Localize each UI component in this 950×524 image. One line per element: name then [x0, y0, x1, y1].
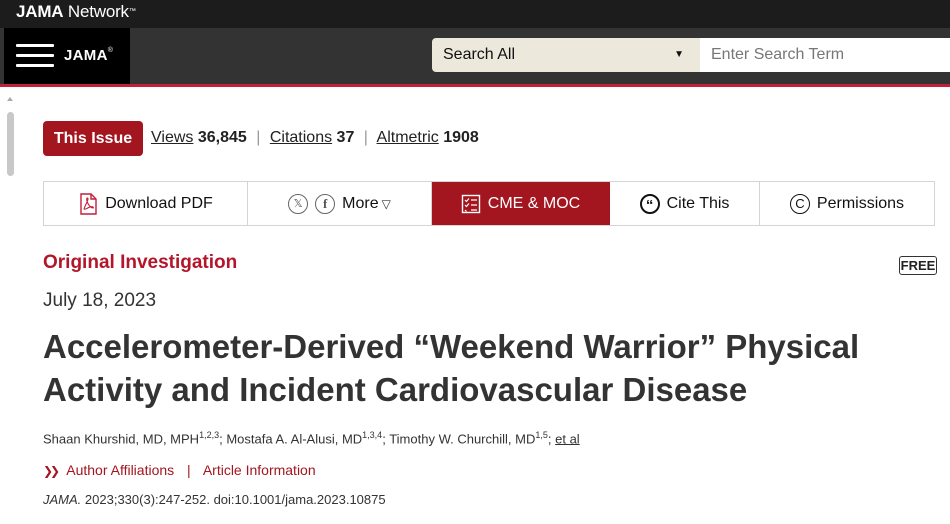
triangle-down-icon: ▽: [381, 196, 391, 211]
network-bar: JAMA Network™: [0, 0, 950, 28]
search-scope-label: Search All: [443, 46, 516, 63]
permissions-label: Permissions: [816, 194, 905, 212]
article-metrics: Views 36,845 | Citations 37 | Altmetric …: [151, 129, 479, 146]
pdf-file-icon: [80, 192, 97, 215]
menu-icon[interactable]: [16, 44, 54, 68]
views-count: 36,845: [197, 129, 247, 146]
et-al-link[interactable]: et al: [555, 431, 580, 446]
author-list: Shaan Khurshid, MD, MPH1,2,3; Mostafa A.…: [43, 430, 580, 447]
article-type[interactable]: Original Investigation: [43, 252, 237, 274]
article-title: Accelerometer-Derived “Weekend Warrior” …: [43, 328, 860, 408]
citations-count: 37: [336, 129, 355, 146]
free-badge: FREE: [899, 256, 937, 275]
double-chevron-right-icon: ❯❯: [43, 464, 60, 478]
altmetric-link[interactable]: Altmetric: [377, 129, 439, 146]
header-accent-line: [0, 84, 950, 87]
more-label: More: [342, 194, 379, 212]
author-affiliations-link[interactable]: Author Affiliations: [66, 462, 174, 478]
author-name[interactable]: Shaan Khurshid, MD, MPH: [43, 431, 199, 446]
altmetric-score: 1908: [443, 129, 479, 146]
facebook-share-icon[interactable]: f: [315, 193, 336, 214]
citation-journal: JAMA.: [43, 492, 82, 507]
copyright-icon: C: [789, 193, 810, 214]
share-more-button[interactable]: 𝕏 f More ▽: [248, 182, 432, 225]
publication-date: July 18, 2023: [43, 290, 157, 311]
citations-link[interactable]: Citations: [270, 129, 332, 146]
caret-down-icon: ▼: [674, 49, 684, 60]
citation-line: JAMA. 2023;330(3):247-252. doi:10.1001/j…: [43, 492, 386, 507]
search-input[interactable]: [700, 38, 950, 72]
citation-details: 2023;330(3):247-252. doi:10.1001/jama.20…: [81, 492, 386, 507]
jama-logo[interactable]: JAMA®: [64, 47, 113, 64]
affiliations-row: ❯❯ Author Affiliations | Article Informa…: [43, 462, 316, 478]
checklist-icon: [461, 194, 480, 213]
jama-network-logo[interactable]: JAMA Network™: [16, 3, 136, 21]
cme-moc-label: CME & MOC: [487, 194, 581, 212]
this-issue-button[interactable]: This Issue: [43, 121, 143, 156]
quote-icon: “: [639, 193, 660, 214]
search-scope-select[interactable]: Search All ▼: [432, 38, 700, 72]
x-share-icon[interactable]: 𝕏: [288, 193, 309, 214]
download-pdf-label: Download PDF: [105, 194, 213, 212]
site-header: JAMA® Search All ▼: [0, 28, 950, 84]
article-information-link[interactable]: Article Information: [203, 462, 316, 478]
cite-this-button[interactable]: “ Cite This: [610, 182, 760, 225]
cite-this-label: Cite This: [666, 194, 730, 212]
cme-moc-button[interactable]: CME & MOC: [432, 182, 610, 225]
permissions-button[interactable]: C Permissions: [760, 182, 934, 225]
author-name[interactable]: Mostafa A. Al-Alusi, MD: [226, 431, 362, 446]
author-name[interactable]: Timothy W. Churchill, MD: [389, 431, 535, 446]
views-link[interactable]: Views: [151, 129, 193, 146]
scroll-up-arrow-icon[interactable]: [7, 97, 13, 101]
article-toolbar: Download PDF 𝕏 f More ▽ CME & MOC “ Cite…: [43, 181, 935, 226]
scrollbar-thumb[interactable]: [7, 112, 14, 176]
brand-block: JAMA®: [4, 28, 130, 84]
download-pdf-button[interactable]: Download PDF: [44, 182, 248, 225]
